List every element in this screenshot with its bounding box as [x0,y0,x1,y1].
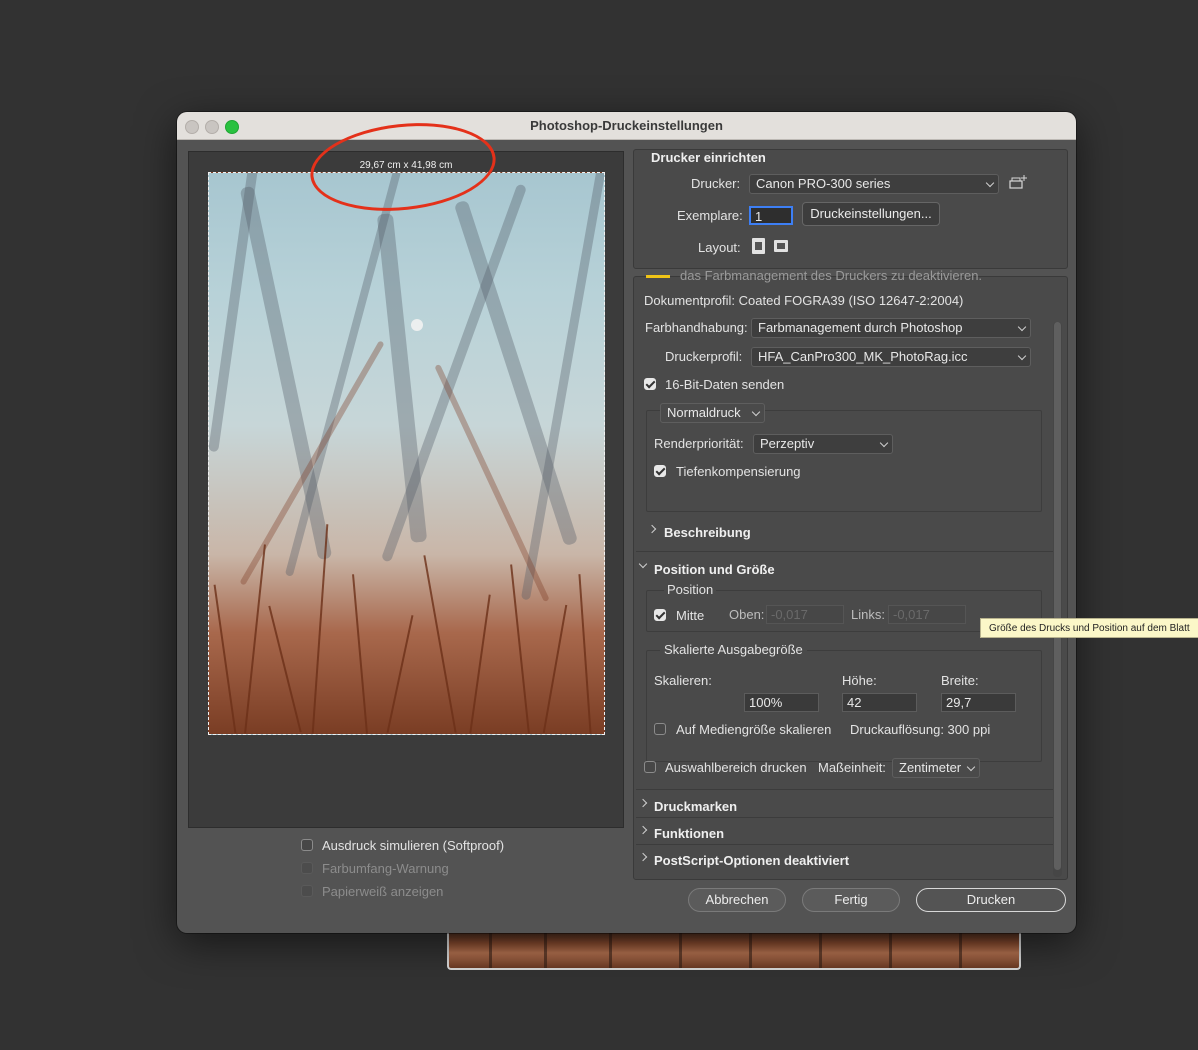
print-settings-button[interactable]: Druckeinstellungen... [802,202,940,226]
preview-image [208,172,605,735]
printer-setup-heading: Drucker einrichten [651,150,766,165]
fit-media-checkbox[interactable] [654,723,666,735]
print-selection-label: Auswahlbereich drucken [665,760,807,775]
scale-input[interactable]: 100% [744,693,819,712]
functions-disclosure-icon[interactable] [638,825,648,835]
printer-setup-panel: Drucker einrichten Drucker: Canon PRO-30… [633,149,1068,269]
chevron-down-icon [985,178,995,188]
add-printer-icon[interactable] [1008,174,1028,192]
color-handling-label: Farbhandhabung: [645,320,748,335]
description-section[interactable]: Beschreibung [664,525,751,540]
unit-label: Maßeinheit: [818,760,886,775]
divider [636,551,1054,552]
sixteen-bit-label: 16-Bit-Daten senden [665,377,785,392]
layout-label: Layout: [698,240,741,255]
paper-white-checkbox[interactable] [301,885,313,897]
print-settings-dialog: Photoshop-Druckeinstellungen 29,67 cm x … [177,112,1076,933]
printer-select-value: Canon PRO-300 series [756,176,891,191]
render-intent-value: Perzeptiv [760,436,815,451]
color-handling-select[interactable]: Farbmanagement durch Photoshop [751,318,1031,338]
print-selection-checkbox[interactable] [644,761,656,773]
fit-media-label: Auf Mediengröße skalieren [676,722,832,737]
portrait-layout-icon[interactable] [751,237,767,255]
width-label: Breite: [941,673,979,688]
landscape-layout-icon[interactable] [773,239,789,253]
left-input[interactable]: -0,017 [888,605,966,624]
height-label: Höhe: [842,673,877,688]
scrollbar-track[interactable] [1053,322,1062,877]
render-intent-select[interactable]: Perzeptiv [753,434,893,454]
copies-input[interactable]: 1 [749,206,793,225]
width-input[interactable]: 29,7 [941,693,1016,712]
tooltip: Größe des Drucks und Position auf dem Bl… [980,618,1198,638]
gamut-warning-label: Farbumfang-Warnung [322,861,449,876]
printer-label: Drucker: [691,176,741,191]
top-input[interactable]: -0,017 [766,605,844,624]
paper-white-label: Papierweiß anzeigen [322,884,444,899]
gamut-warning-checkbox[interactable] [301,862,313,874]
cut-off-text: das Farbmanagement des Druckers zu deakt… [680,268,983,283]
printer-select[interactable]: Canon PRO-300 series [749,174,999,194]
done-button[interactable]: Fertig [802,888,900,912]
document-profile-text: Dokumentprofil: Coated FOGRA39 (ISO 1264… [644,293,964,308]
window-title: Photoshop-Druckeinstellungen [530,118,723,133]
color-handling-value: Farbmanagement durch Photoshop [758,320,963,335]
printer-profile-select[interactable]: HFA_CanPro300_MK_PhotoRag.icc [751,347,1031,367]
scrollbar-thumb[interactable] [1054,322,1061,870]
softproof-checkbox[interactable] [301,839,313,851]
center-checkbox[interactable] [654,609,666,621]
print-marks-disclosure-icon[interactable] [638,798,648,808]
scaled-output-label: Skalierte Ausgabegröße [660,642,807,657]
background-photo-strip [447,930,1021,970]
divider [636,789,1054,790]
postscript-disclosure-icon[interactable] [638,852,648,862]
copies-label: Exemplare: [677,208,743,223]
print-button[interactable]: Drucken [916,888,1066,912]
description-disclosure-icon[interactable] [647,524,657,534]
divider [636,817,1054,818]
left-label: Links: [851,607,885,622]
printer-profile-label: Druckerprofil: [665,349,743,364]
warning-icon [646,275,670,278]
chevron-down-icon [1017,322,1027,332]
unit-value: Zentimeter [899,760,962,775]
chevron-down-icon [1017,351,1027,361]
center-label: Mitte [676,608,705,623]
chevron-down-icon [966,762,976,772]
render-intent-label: Renderpriorität: [654,436,744,451]
blackpoint-label: Tiefenkompensierung [676,464,801,479]
print-resolution-text: Druckauflösung: 300 ppi [850,722,991,737]
settings-scroll-panel: das Farbmanagement des Druckers zu deakt… [633,268,1068,880]
height-input[interactable]: 42 [842,693,917,712]
proof-mode-select[interactable]: Normaldruck [660,403,765,423]
scale-label: Skalieren: [654,673,712,688]
print-preview-panel: 29,67 cm x 41,98 cm [188,151,624,828]
postscript-section[interactable]: PostScript-Optionen deaktiviert [654,853,849,868]
top-label: Oben: [729,607,765,622]
printer-profile-value: HFA_CanPro300_MK_PhotoRag.icc [758,349,968,364]
sixteen-bit-checkbox[interactable] [644,378,656,390]
cancel-button[interactable]: Abbrechen [688,888,786,912]
blackpoint-checkbox[interactable] [654,465,666,477]
position-label: Position [664,582,717,597]
unit-select[interactable]: Zentimeter [892,758,980,778]
moon-dot [411,319,423,331]
divider [636,844,1054,845]
chevron-down-icon [751,407,761,417]
proof-group-box [646,410,1042,512]
position-size-heading[interactable]: Position und Größe [654,562,775,577]
title-bar: Photoshop-Druckeinstellungen [177,112,1076,140]
position-size-disclosure-icon[interactable] [638,559,648,569]
print-marks-section[interactable]: Druckmarken [654,799,737,814]
chevron-down-icon [879,438,889,448]
softproof-label: Ausdruck simulieren (Softproof) [322,838,505,853]
functions-section[interactable]: Funktionen [654,826,724,841]
proof-mode-value: Normaldruck [667,405,741,420]
